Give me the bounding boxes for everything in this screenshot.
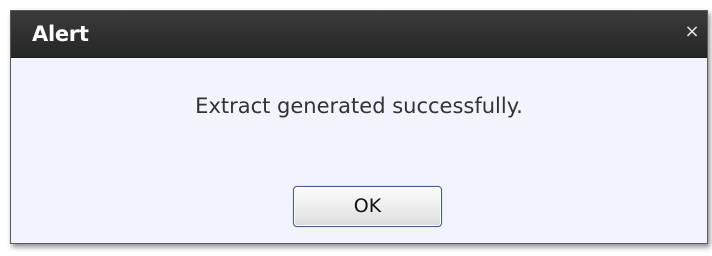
alert-message: Extract generated successfully. [195, 94, 523, 118]
alert-dialog: Alert × Extract generated successfully. … [10, 10, 708, 244]
dialog-content: Extract generated successfully. OK [11, 58, 707, 243]
close-icon[interactable]: × [683, 23, 701, 41]
dialog-titlebar: Alert × [11, 11, 707, 58]
ok-button[interactable]: OK [293, 186, 442, 227]
dialog-title: Alert [32, 22, 89, 46]
